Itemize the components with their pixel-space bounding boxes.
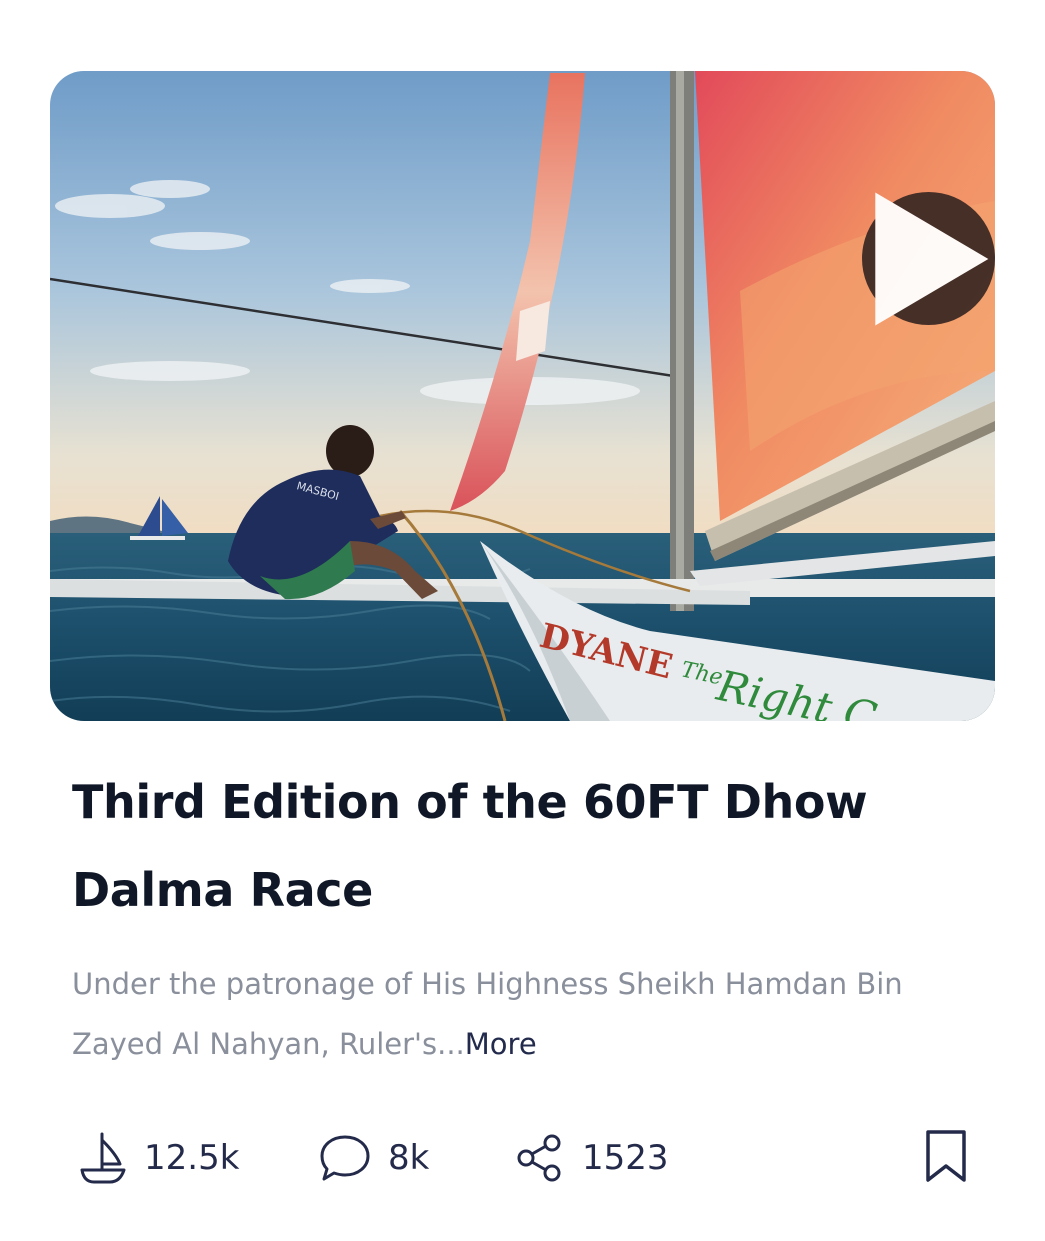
sailboat-icon xyxy=(80,1132,126,1184)
comment-icon xyxy=(320,1135,370,1181)
bookmark-button[interactable] xyxy=(922,1128,970,1184)
post-title[interactable]: Third Edition of the 60FT Dhow Dalma Rac… xyxy=(72,758,972,934)
sails-count: 12.5k xyxy=(144,1138,240,1178)
post-media[interactable]: DYANE The Right C MASBOI xyxy=(50,71,995,721)
shares-count: 1523 xyxy=(582,1138,669,1178)
sailing-photo: DYANE The Right C MASBOI xyxy=(50,71,995,721)
bookmark-icon xyxy=(926,1130,966,1182)
play-icon xyxy=(875,192,989,325)
post-stats: 12.5k 8k 1523 xyxy=(0,1120,1045,1196)
share-icon xyxy=(517,1134,561,1182)
shares-stat[interactable]: 1523 xyxy=(514,1120,669,1196)
comments-count: 8k xyxy=(388,1138,430,1178)
post-card: DYANE The Right C MASBOI Third Edition o… xyxy=(0,0,1045,1241)
post-description: Under the patronage of His Highness Shei… xyxy=(72,954,972,1074)
more-link[interactable]: More xyxy=(465,1027,537,1061)
comments-stat[interactable]: 8k xyxy=(318,1120,429,1196)
play-button[interactable] xyxy=(862,192,995,325)
sails-stat[interactable]: 12.5k xyxy=(78,1120,239,1196)
